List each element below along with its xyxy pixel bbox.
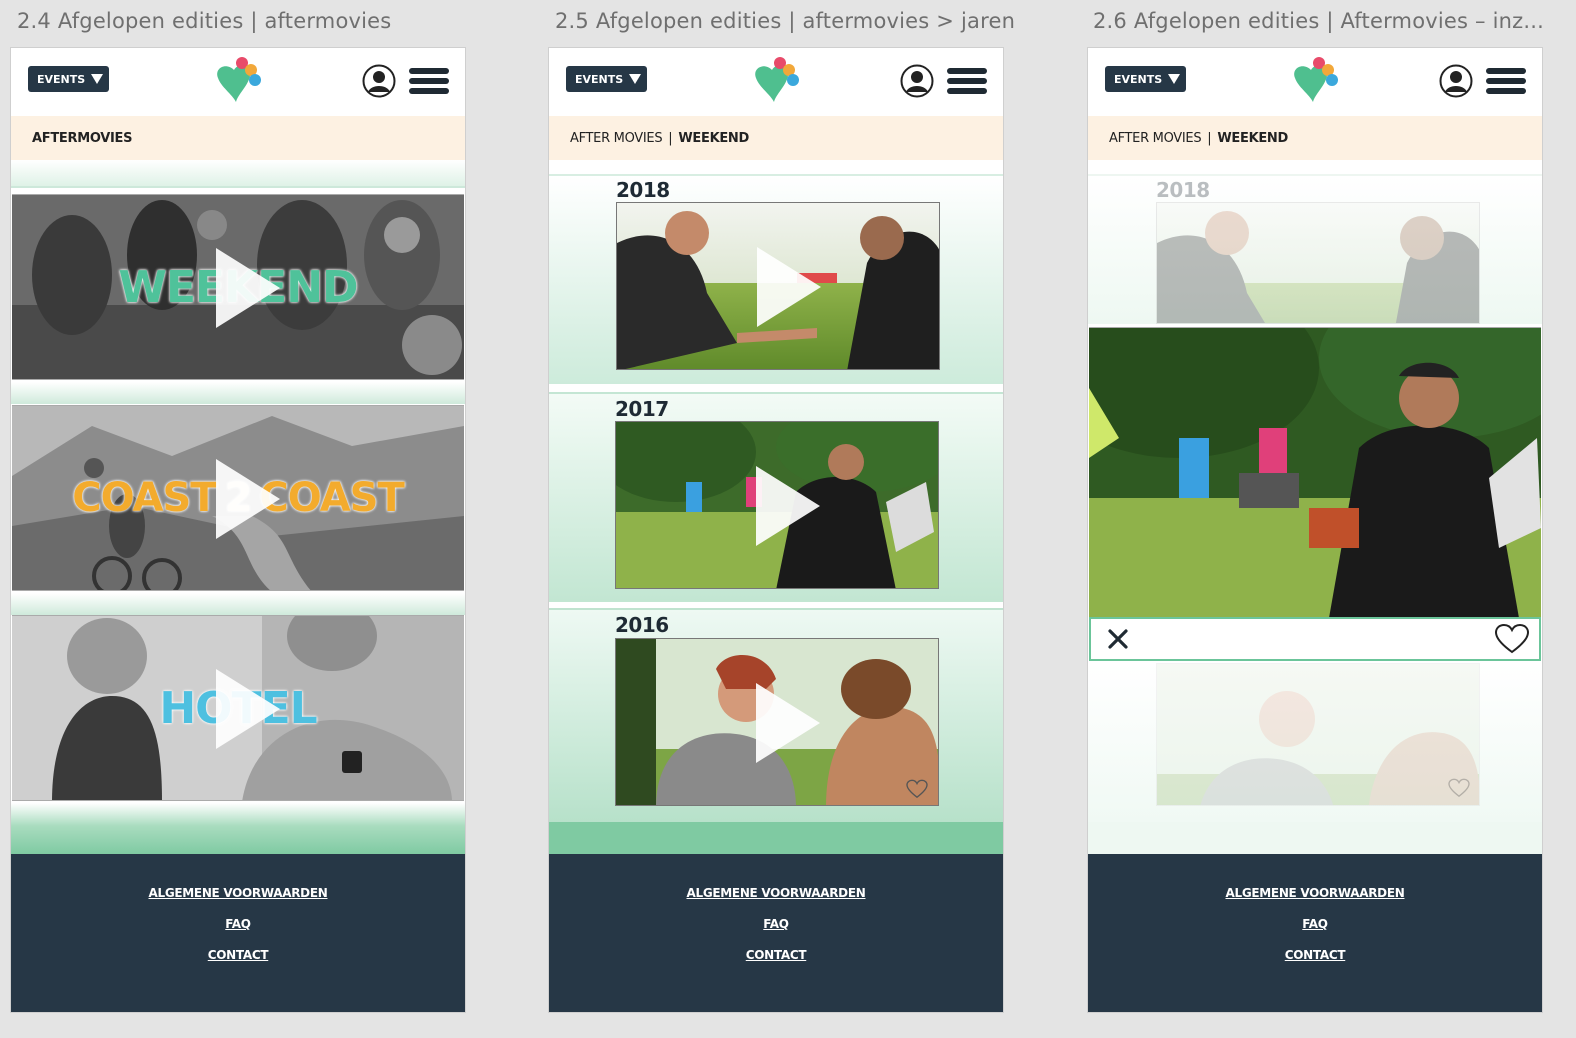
app-header: EVENTS bbox=[1088, 48, 1542, 116]
video-thumb-2018-faded bbox=[1156, 202, 1480, 324]
mobile-screen-aftermovie-detail: EVENTS AFTER MOVIES | WEEKEND 2018 ALGEM… bbox=[1087, 47, 1543, 1013]
breadcrumb-separator: | bbox=[1207, 130, 1212, 146]
breadcrumb-current: WEEKEND bbox=[678, 130, 750, 146]
user-icon[interactable] bbox=[362, 64, 396, 98]
breadcrumb: AFTER MOVIES | WEEKEND bbox=[1088, 116, 1542, 160]
tile-title-coast-b: COAST bbox=[259, 475, 404, 521]
footer-link-faq[interactable]: FAQ bbox=[1088, 917, 1542, 931]
section-divider bbox=[11, 186, 465, 188]
footer-link-contact[interactable]: CONTACT bbox=[11, 948, 465, 962]
events-dropdown-button[interactable]: EVENTS bbox=[566, 66, 647, 92]
app-header: EVENTS bbox=[549, 48, 1003, 116]
video-action-bar bbox=[1089, 617, 1541, 661]
hamburger-menu-icon[interactable] bbox=[1486, 68, 1526, 94]
breadcrumb-separator: | bbox=[668, 130, 673, 146]
events-dropdown-button[interactable]: EVENTS bbox=[1105, 66, 1186, 92]
heart-icon[interactable] bbox=[906, 779, 928, 799]
footer-link-contact[interactable]: CONTACT bbox=[1088, 948, 1542, 962]
play-icon[interactable] bbox=[216, 669, 280, 749]
footer: ALGEMENE VOORWAARDEN FAQ CONTACT bbox=[549, 854, 1003, 1012]
mobile-screen-aftermovies: EVENTS AFTERMOVIES WEEKEND COAST 2 COAST… bbox=[10, 47, 466, 1013]
expanded-video-player[interactable] bbox=[1089, 327, 1541, 617]
play-icon[interactable] bbox=[756, 683, 820, 763]
frame-label: 2.4 Afgelopen edities | aftermovies bbox=[17, 9, 392, 33]
breadcrumb-parent[interactable]: AFTER MOVIES bbox=[570, 131, 663, 146]
hamburger-menu-icon[interactable] bbox=[409, 68, 449, 94]
heart-icon[interactable] bbox=[1494, 623, 1530, 655]
heart-icon bbox=[1448, 778, 1470, 798]
hamburger-menu-icon[interactable] bbox=[947, 68, 987, 94]
footer-link-contact[interactable]: CONTACT bbox=[549, 948, 1003, 962]
user-icon[interactable] bbox=[900, 64, 934, 98]
play-icon[interactable] bbox=[216, 248, 280, 328]
close-icon[interactable] bbox=[1107, 628, 1129, 650]
breadcrumb-current: AFTERMOVIES bbox=[32, 130, 133, 146]
events-dropdown-button[interactable]: EVENTS bbox=[28, 66, 109, 92]
video-thumb-2016-faded bbox=[1156, 663, 1480, 806]
frame-label: 2.5 Afgelopen edities | aftermovies > ja… bbox=[555, 9, 1016, 33]
video-thumb-2017[interactable] bbox=[615, 421, 939, 589]
year-heading: 2017 bbox=[615, 397, 669, 421]
year-heading: 2016 bbox=[615, 613, 669, 637]
section-divider bbox=[549, 822, 1003, 854]
frame-label: 2.6 Afgelopen edities | Aftermovies – in… bbox=[1093, 9, 1545, 33]
aftermovie-tile-coast2coast[interactable]: COAST 2 COAST bbox=[12, 405, 464, 591]
app-header: EVENTS bbox=[11, 48, 465, 116]
footer-link-terms[interactable]: ALGEMENE VOORWAARDEN bbox=[549, 886, 1003, 900]
breadcrumb-parent[interactable]: AFTER MOVIES bbox=[1109, 131, 1202, 146]
breadcrumb: AFTER MOVIES | WEEKEND bbox=[549, 116, 1003, 160]
video-thumb-2018[interactable] bbox=[616, 202, 940, 370]
workout-photo bbox=[1157, 203, 1479, 323]
section-divider bbox=[11, 160, 465, 186]
year-heading: 2018 bbox=[616, 178, 670, 202]
footer: ALGEMENE VOORWAARDEN FAQ CONTACT bbox=[11, 854, 465, 1012]
events-label: EVENTS bbox=[37, 72, 86, 86]
triangle-down-icon bbox=[91, 74, 104, 84]
breadcrumb: AFTERMOVIES bbox=[11, 116, 465, 160]
triangle-down-icon bbox=[629, 74, 642, 84]
footer: ALGEMENE VOORWAARDEN FAQ CONTACT bbox=[1088, 854, 1542, 1012]
triangle-down-icon bbox=[1168, 74, 1181, 84]
aftermovie-tile-weekend[interactable]: WEEKEND bbox=[12, 194, 464, 380]
section-divider bbox=[11, 593, 465, 615]
play-icon[interactable] bbox=[216, 459, 280, 539]
footer-link-faq[interactable]: FAQ bbox=[11, 917, 465, 931]
mobile-screen-aftermovies-years: EVENTS AFTER MOVIES | WEEKEND 2018 2017 … bbox=[548, 47, 1004, 1013]
section-divider bbox=[11, 382, 465, 404]
video-thumb-2016[interactable] bbox=[615, 638, 939, 806]
footer-link-terms[interactable]: ALGEMENE VOORWAARDEN bbox=[1088, 886, 1542, 900]
section-divider bbox=[11, 803, 465, 854]
play-icon[interactable] bbox=[757, 247, 821, 327]
heart-balloon-logo[interactable] bbox=[212, 54, 264, 106]
user-icon[interactable] bbox=[1439, 64, 1473, 98]
footer-link-faq[interactable]: FAQ bbox=[549, 917, 1003, 931]
year-heading: 2018 bbox=[1156, 178, 1210, 202]
events-label: EVENTS bbox=[575, 72, 624, 86]
events-label: EVENTS bbox=[1114, 72, 1163, 86]
heart-balloon-logo[interactable] bbox=[750, 54, 802, 106]
laughing-women-photo bbox=[1157, 664, 1479, 805]
heart-balloon-logo[interactable] bbox=[1289, 54, 1341, 106]
tile-title-coast-a: COAST bbox=[72, 475, 217, 521]
footer-link-terms[interactable]: ALGEMENE VOORWAARDEN bbox=[11, 886, 465, 900]
aftermovie-tile-hotel[interactable]: HOTEL bbox=[12, 615, 464, 801]
section-divider bbox=[1088, 822, 1542, 854]
play-icon[interactable] bbox=[756, 466, 820, 546]
breadcrumb-current: WEEKEND bbox=[1217, 130, 1289, 146]
